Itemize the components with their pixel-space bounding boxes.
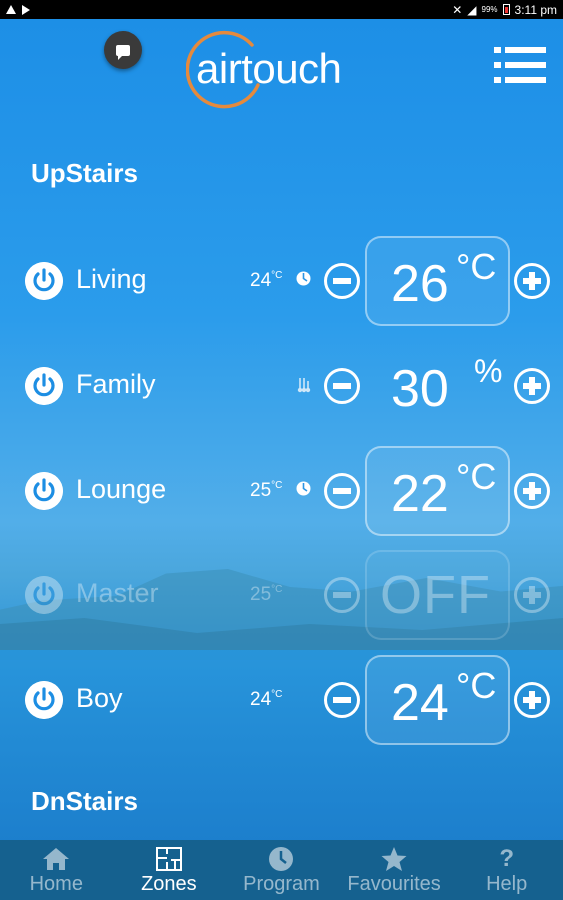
decrease-button[interactable] (324, 368, 360, 404)
tab-label: Home (29, 873, 83, 895)
zone-name[interactable]: Lounge (76, 474, 166, 505)
zone-name[interactable]: Master (76, 578, 159, 609)
decrease-button[interactable] (324, 682, 360, 718)
clock-icon (296, 481, 311, 496)
minus-icon (333, 383, 351, 389)
decrease-button[interactable] (324, 473, 360, 509)
zone-name[interactable]: Family (76, 369, 156, 400)
no-sim-icon: ✕ (452, 2, 463, 17)
increase-button[interactable] (514, 263, 550, 299)
setpoint-value: OFF (380, 565, 491, 625)
current-temperature: 25°C (250, 584, 283, 605)
power-button[interactable] (25, 681, 63, 719)
zone-row-boy: Boy 24°C 24 °C (0, 655, 563, 745)
logo-text: airtouch (196, 45, 342, 92)
zone-name[interactable]: Living (76, 264, 147, 295)
power-button[interactable] (25, 262, 63, 300)
setpoint-unit: °C (456, 246, 497, 287)
app-header: airtouch (0, 19, 563, 119)
tab-program[interactable]: Program (225, 840, 338, 900)
tab-label: Favourites (347, 873, 441, 895)
star-icon (381, 847, 407, 871)
humidity-icon (297, 378, 311, 393)
battery-icon (502, 4, 510, 15)
minus-icon (333, 278, 351, 284)
bottom-tab-bar: Home Zones Program Favourites ? Help (0, 840, 563, 900)
signal-icon: ◢ (467, 2, 477, 17)
battery-percent: 99% (481, 5, 498, 14)
current-temperature: 24°C (250, 270, 283, 291)
setpoint-value: 22 (391, 465, 449, 523)
menu-icon (494, 47, 546, 53)
zone-row-family: Family 30 % (0, 341, 563, 431)
zone-row-living: Living 24°C 26 °C (0, 236, 563, 326)
minus-icon (333, 488, 351, 494)
power-button[interactable] (25, 472, 63, 510)
setpoint-unit: % (474, 353, 503, 389)
increase-button[interactable] (514, 577, 550, 613)
setpoint-value: 24 (391, 674, 449, 732)
zone-row-lounge: Lounge 25°C 22 °C (0, 446, 563, 536)
current-temperature: 24°C (250, 689, 283, 710)
clock-time: 3:11 pm (514, 2, 557, 17)
status-bar: ✕ ◢ 99% 3:11 pm (0, 0, 563, 19)
current-temperature: 25°C (250, 480, 283, 501)
setpoint-unit: °C (456, 456, 497, 497)
tab-home[interactable]: Home (0, 840, 113, 900)
increase-button[interactable] (514, 368, 550, 404)
warning-icon (6, 5, 16, 14)
setpoint-value: 30 (391, 360, 449, 418)
minus-icon (333, 697, 351, 703)
chat-icon (116, 44, 130, 60)
tab-label: Program (243, 873, 320, 895)
power-button[interactable] (25, 576, 63, 614)
tab-favourites[interactable]: Favourites (338, 840, 451, 900)
increase-button[interactable] (514, 473, 550, 509)
zone-name[interactable]: Boy (76, 683, 123, 714)
question-icon: ? (499, 845, 514, 872)
setpoint-value: 26 (391, 255, 449, 313)
zone-row-master: Master 25°C OFF (0, 550, 563, 640)
airtouch-logo: airtouch (186, 27, 386, 109)
tab-label: Help (486, 873, 528, 895)
increase-button[interactable] (514, 682, 550, 718)
setpoint-unit: °C (456, 665, 497, 706)
home-icon (43, 848, 70, 870)
tab-help[interactable]: ? Help (450, 840, 563, 900)
tab-label: Zones (141, 873, 197, 895)
floorplan-icon (155, 847, 182, 871)
decrease-button[interactable] (324, 577, 360, 613)
section-title-upstairs: UpStairs (31, 158, 138, 188)
menu-button[interactable] (494, 47, 546, 83)
decrease-button[interactable] (324, 263, 360, 299)
play-store-icon (22, 4, 30, 15)
clock-icon (269, 847, 294, 871)
minus-icon (333, 592, 351, 598)
power-button[interactable] (25, 367, 63, 405)
clock-icon (296, 271, 311, 286)
section-title-dnstairs: DnStairs (31, 786, 138, 816)
chat-button[interactable] (104, 31, 142, 69)
tab-zones[interactable]: Zones (113, 840, 226, 900)
